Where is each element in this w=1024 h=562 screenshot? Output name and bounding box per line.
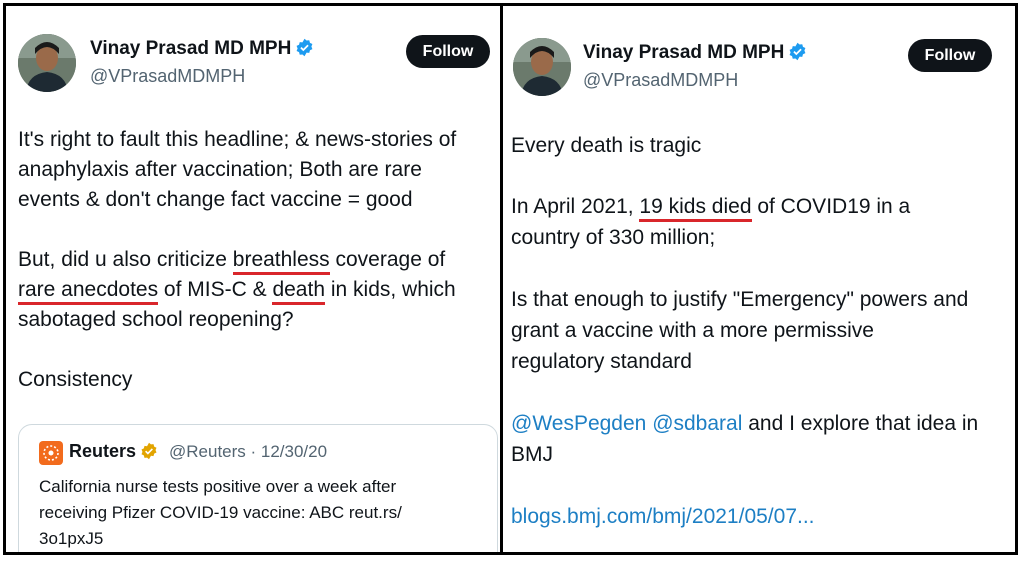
gold-verified-badge-icon (140, 442, 158, 465)
tweet-text-line: country of 330 million; (511, 226, 716, 249)
quoted-author-name[interactable]: Reuters (69, 441, 158, 465)
tweet-text-line: Every death is tragic (511, 134, 702, 157)
tweet-text-line: grant a vaccine with a more permissive (511, 319, 874, 342)
tweet-text-line: sabotaged school reopening? (18, 308, 294, 331)
author-handle[interactable]: @VPrasadMDMPH (583, 70, 738, 91)
underlined-phrase: 19 kids died (639, 195, 752, 222)
tweet-text-line: But, did u also criticize breathless cov… (18, 248, 446, 275)
follow-button[interactable]: Follow (908, 39, 992, 72)
mention-link[interactable]: @sdbaral (652, 412, 742, 435)
author-name-text: Vinay Prasad MD MPH (583, 42, 785, 63)
author-avatar[interactable] (513, 38, 571, 96)
avatar-portrait-icon (513, 38, 571, 96)
tweet-text-line: In April 2021, 19 kids died of COVID19 i… (511, 195, 911, 222)
tweet-text-line: It's right to fault this headline; & new… (18, 128, 457, 151)
external-link[interactable]: blogs.bmj.com/bmj/2021/05/07... (511, 505, 815, 529)
quoted-tweet-card[interactable]: Reuters @Reuters · 12/30/20 California n… (18, 424, 498, 552)
tweet-text-line: Consistency (18, 368, 133, 391)
avatar-portrait-icon (18, 34, 76, 92)
quoted-text-line: 3o1pxJ5 (39, 529, 104, 548)
text-span: of MIS-C & (158, 278, 273, 301)
author-name-text: Vinay Prasad MD MPH (90, 38, 292, 59)
tweet-text-line: @WesPegden @sdbaral and I explore that i… (511, 412, 978, 436)
verified-badge-icon (295, 38, 314, 63)
tweet-text-line: regulatory standard (511, 350, 692, 373)
left-tweet-panel: Vinay Prasad MD MPH @VPrasadMDMPH Follow… (3, 3, 505, 555)
verified-badge-icon (788, 42, 807, 67)
author-avatar[interactable] (18, 34, 76, 92)
text-span: In April 2021, (511, 195, 640, 218)
author-name[interactable]: Vinay Prasad MD MPH (583, 42, 807, 67)
text-span: But, did u also criticize (18, 248, 233, 271)
quoted-text-line: California nurse tests positive over a w… (39, 477, 397, 496)
mention-link[interactable]: @WesPegden (511, 412, 646, 435)
underlined-phrase: death (272, 278, 326, 305)
tweet-text-line: BMJ (511, 443, 553, 466)
underlined-phrase: breathless (232, 248, 330, 275)
author-handle[interactable]: @VPrasadMDMPH (90, 66, 245, 87)
author-name[interactable]: Vinay Prasad MD MPH (90, 38, 314, 63)
underlined-phrase: rare anecdotes (18, 278, 159, 305)
follow-button[interactable]: Follow (406, 35, 490, 68)
quoted-text-line: receiving Pfizer COVID-19 vaccine: ABC r… (39, 503, 402, 522)
text-span: and I explore that idea in (742, 412, 979, 435)
tweet-text-line: rare anecdotes of MIS-C & death in kids,… (18, 278, 456, 305)
quoted-handle-date[interactable]: @Reuters · 12/30/20 (169, 442, 327, 462)
tweet-text-line: events & don't change fact vaccine = goo… (18, 188, 413, 211)
text-span: coverage of (329, 248, 446, 271)
tweet-text-line: Is that enough to justify "Emergency" po… (511, 288, 969, 311)
text-span: in kids, which (325, 278, 456, 301)
text-span: of COVID19 in a (751, 195, 911, 218)
reuters-logo-icon (39, 441, 63, 465)
quoted-author-name-text: Reuters (69, 441, 137, 461)
right-tweet-panel: Vinay Prasad MD MPH @VPrasadMDMPH Follow… (500, 3, 1018, 555)
tweet-text-line: anaphylaxis after vaccination; Both are … (18, 158, 422, 181)
